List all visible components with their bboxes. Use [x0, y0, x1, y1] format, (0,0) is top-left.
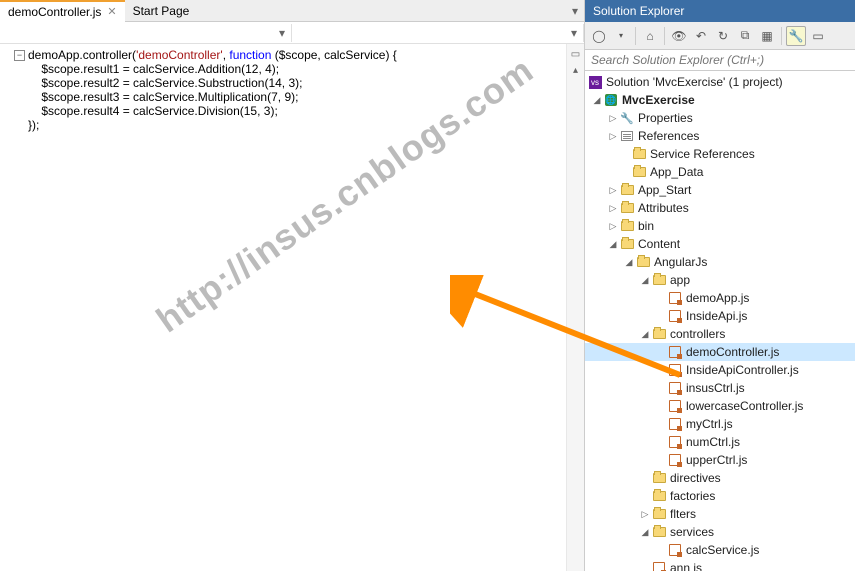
collapse-all-icon[interactable]: ⧉ [735, 26, 755, 46]
sync-icon[interactable]: 👁 [669, 26, 689, 46]
tree-appjs[interactable]: ann is [585, 559, 855, 571]
tree-services[interactable]: ◢ services [585, 523, 855, 541]
refresh-icon[interactable]: ↶ [691, 26, 711, 46]
tree-app[interactable]: ◢ app [585, 271, 855, 289]
tree-filters[interactable]: ▷ flters [585, 505, 855, 523]
tree-upperctrl[interactable]: upperCtrl.js [585, 451, 855, 469]
tree-attributes[interactable]: ▷ Attributes [585, 199, 855, 217]
tree-insideapi[interactable]: InsideApi.js [585, 307, 855, 325]
tree-bin[interactable]: ▷ bin [585, 217, 855, 235]
showall-icon[interactable]: ▦ [757, 26, 777, 46]
tree-factories[interactable]: factories [585, 487, 855, 505]
tree-democontroller[interactable]: demoController.js [585, 343, 855, 361]
split-icon[interactable]: ▭ [570, 48, 582, 60]
tree-angularjs[interactable]: ◢ AngularJs [585, 253, 855, 271]
tab-label: demoController.js [8, 5, 101, 19]
pane-title: Solution Explorer [585, 0, 855, 22]
scope-dropdown[interactable]: ▾ [0, 24, 292, 42]
home-icon[interactable]: ⌂ [640, 26, 660, 46]
close-icon[interactable]: ✕ [107, 5, 116, 18]
tree-appdata[interactable]: App_Data [585, 163, 855, 181]
properties-icon[interactable]: 🔧 [786, 26, 806, 46]
reload-icon[interactable]: ↻ [713, 26, 733, 46]
tree-controllers[interactable]: ◢ controllers [585, 325, 855, 343]
member-dropdown[interactable]: ▾ [292, 24, 584, 42]
solution-tree[interactable]: vs Solution 'MvcExercise' (1 project) ◢ … [585, 71, 855, 571]
tab-label: Start Page [133, 4, 190, 18]
preview-icon[interactable]: ▭ [808, 26, 828, 46]
tab-startpage[interactable]: Start Page [125, 1, 198, 21]
code-editor[interactable]: − demoApp.controller('demoController', f… [0, 44, 566, 571]
back-icon[interactable]: ◯ [589, 26, 609, 46]
project-node[interactable]: ◢ MvcExercise [585, 91, 855, 109]
tree-directives[interactable]: directives [585, 469, 855, 487]
tree-insusctrl[interactable]: insusCtrl.js [585, 379, 855, 397]
tree-references[interactable]: ▷ References [585, 127, 855, 145]
solution-node[interactable]: vs Solution 'MvcExercise' (1 project) [585, 73, 855, 91]
scroll-up-icon[interactable]: ▴ [570, 64, 582, 76]
tree-calcservice[interactable]: calcService.js [585, 541, 855, 559]
tree-servicerefs[interactable]: Service References [585, 145, 855, 163]
tree-demoapp[interactable]: demoApp.js [585, 289, 855, 307]
tree-content[interactable]: ◢ Content [585, 235, 855, 253]
tab-democontroller[interactable]: demoController.js ✕ [0, 0, 125, 22]
tree-lowercase[interactable]: lowercaseController.js [585, 397, 855, 415]
search-input[interactable] [591, 53, 849, 67]
tab-dropdown-icon[interactable]: ▾ [566, 4, 584, 18]
tree-appstart[interactable]: ▷ App_Start [585, 181, 855, 199]
tree-insideapicontroller[interactable]: InsideApiController.js [585, 361, 855, 379]
collapse-toggle[interactable]: − [14, 50, 25, 61]
tree-numctrl[interactable]: numCtrl.js [585, 433, 855, 451]
tree-properties[interactable]: ▷ Properties [585, 109, 855, 127]
fwd-icon[interactable]: ▾ [611, 26, 631, 46]
tree-myctrl[interactable]: myCtrl.js [585, 415, 855, 433]
